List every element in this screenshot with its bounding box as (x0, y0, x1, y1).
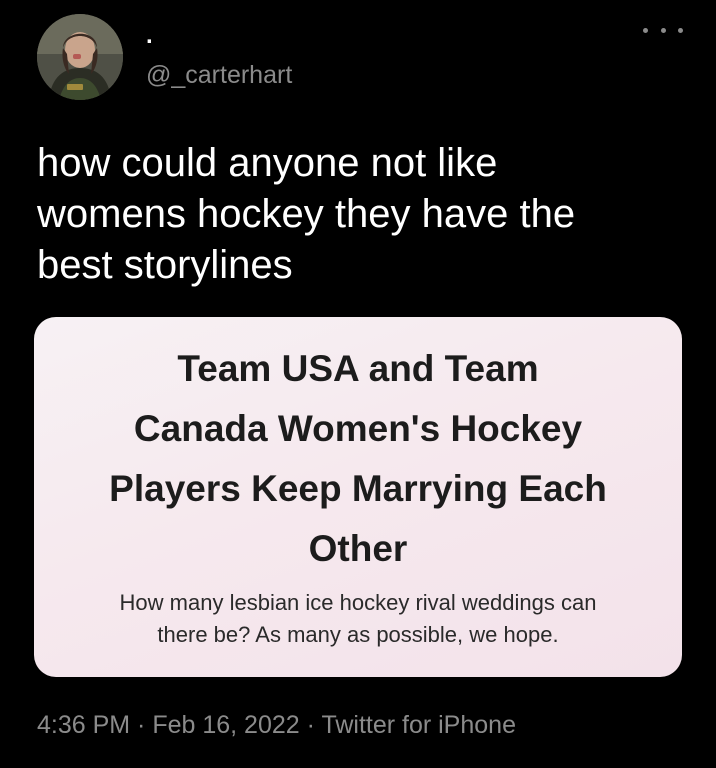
link-preview-card[interactable]: Team USA and Team Canada Women's Hockey … (34, 317, 682, 677)
avatar[interactable] (37, 14, 123, 100)
tweet-time[interactable]: 4:36 PM (37, 711, 130, 739)
meta-separator: · (130, 711, 153, 739)
card-subtitle: How many lesbian ice hockey rival weddin… (119, 590, 597, 647)
tweet-text: how could anyone not like womens hockey … (37, 141, 576, 287)
user-handle[interactable]: @_carterhart (146, 60, 292, 90)
dot (643, 27, 648, 33)
tweet-date[interactable]: Feb 16, 2022 (152, 711, 299, 739)
tweet-meta: 4:36 PM · Feb 16, 2022 · Twitter for iPh… (37, 708, 516, 742)
dot (678, 27, 683, 33)
more-options-icon[interactable] (643, 18, 683, 42)
profile-photo-icon (37, 14, 123, 100)
card-headline: Team USA and Team Canada Women's Hockey … (109, 348, 607, 569)
tweet-source[interactable]: Twitter for iPhone (321, 711, 516, 739)
display-name[interactable]: . (146, 24, 153, 48)
meta-separator: · (299, 711, 322, 739)
dot (660, 27, 666, 33)
